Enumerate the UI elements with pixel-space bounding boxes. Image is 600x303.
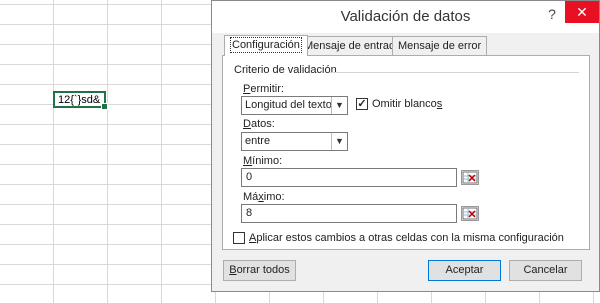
data-validation-dialog: Validación de datos ? ✕ Configuración Me… — [211, 0, 600, 292]
tab-label: Mensaje de error — [398, 40, 482, 52]
chevron-down-icon: ▼ — [331, 97, 347, 114]
accept-button[interactable]: Aceptar — [428, 260, 501, 281]
omitir-blancos-checkbox[interactable]: ✓ — [356, 98, 368, 110]
help-icon[interactable]: ? — [539, 3, 565, 25]
tab-configuracion[interactable]: Configuración — [224, 35, 308, 56]
maximo-value: 8 — [246, 207, 253, 219]
tab-label: Configuración — [230, 37, 302, 53]
datos-label: Datos: — [243, 118, 275, 130]
chevron-down-icon: ▼ — [331, 133, 347, 150]
active-cell[interactable]: 12{`}sd& — [53, 91, 108, 110]
maximo-label: Máximo: — [243, 191, 285, 203]
permitir-label: Permitir: — [243, 83, 284, 95]
minimo-value: 0 — [246, 171, 253, 183]
cell-value: 12{`}sd& — [58, 94, 101, 106]
datos-value: entre — [245, 135, 271, 147]
fill-handle[interactable] — [101, 103, 108, 110]
collapse-dialog-minimo-icon[interactable] — [461, 170, 479, 185]
group-divider — [329, 72, 579, 73]
minimo-label: Mínimo: — [243, 155, 283, 167]
maximo-input[interactable]: 8 — [241, 204, 457, 223]
check-icon: ✓ — [357, 98, 367, 110]
permitir-value: Longitud del texto — [245, 99, 332, 111]
minimo-input[interactable]: 0 — [241, 168, 457, 187]
datos-select[interactable]: entre ▼ — [241, 132, 348, 151]
tab-label: Mensaje de entrada — [304, 40, 402, 52]
omitir-blancos-label[interactable]: Omitir blancos — [372, 98, 442, 110]
apply-all-checkbox[interactable] — [233, 232, 245, 244]
collapse-dialog-maximo-icon[interactable] — [461, 206, 479, 221]
tab-mensaje-entrada[interactable]: Mensaje de entrada — [298, 36, 408, 55]
permitir-select[interactable]: Longitud del texto ▼ — [241, 96, 348, 115]
group-label: Criterio de validación — [234, 64, 337, 76]
tab-panel-configuracion: Criterio de validación Permitir: Longitu… — [222, 55, 590, 250]
tab-mensaje-error[interactable]: Mensaje de error — [392, 36, 488, 55]
close-icon[interactable]: ✕ — [565, 1, 599, 23]
clear-all-button[interactable]: Borrar todos — [223, 260, 296, 281]
apply-all-label[interactable]: Aplicar estos cambios a otras celdas con… — [249, 232, 564, 244]
dialog-titlebar[interactable]: Validación de datos ? ✕ — [212, 1, 599, 33]
cancel-button[interactable]: Cancelar — [509, 260, 582, 281]
